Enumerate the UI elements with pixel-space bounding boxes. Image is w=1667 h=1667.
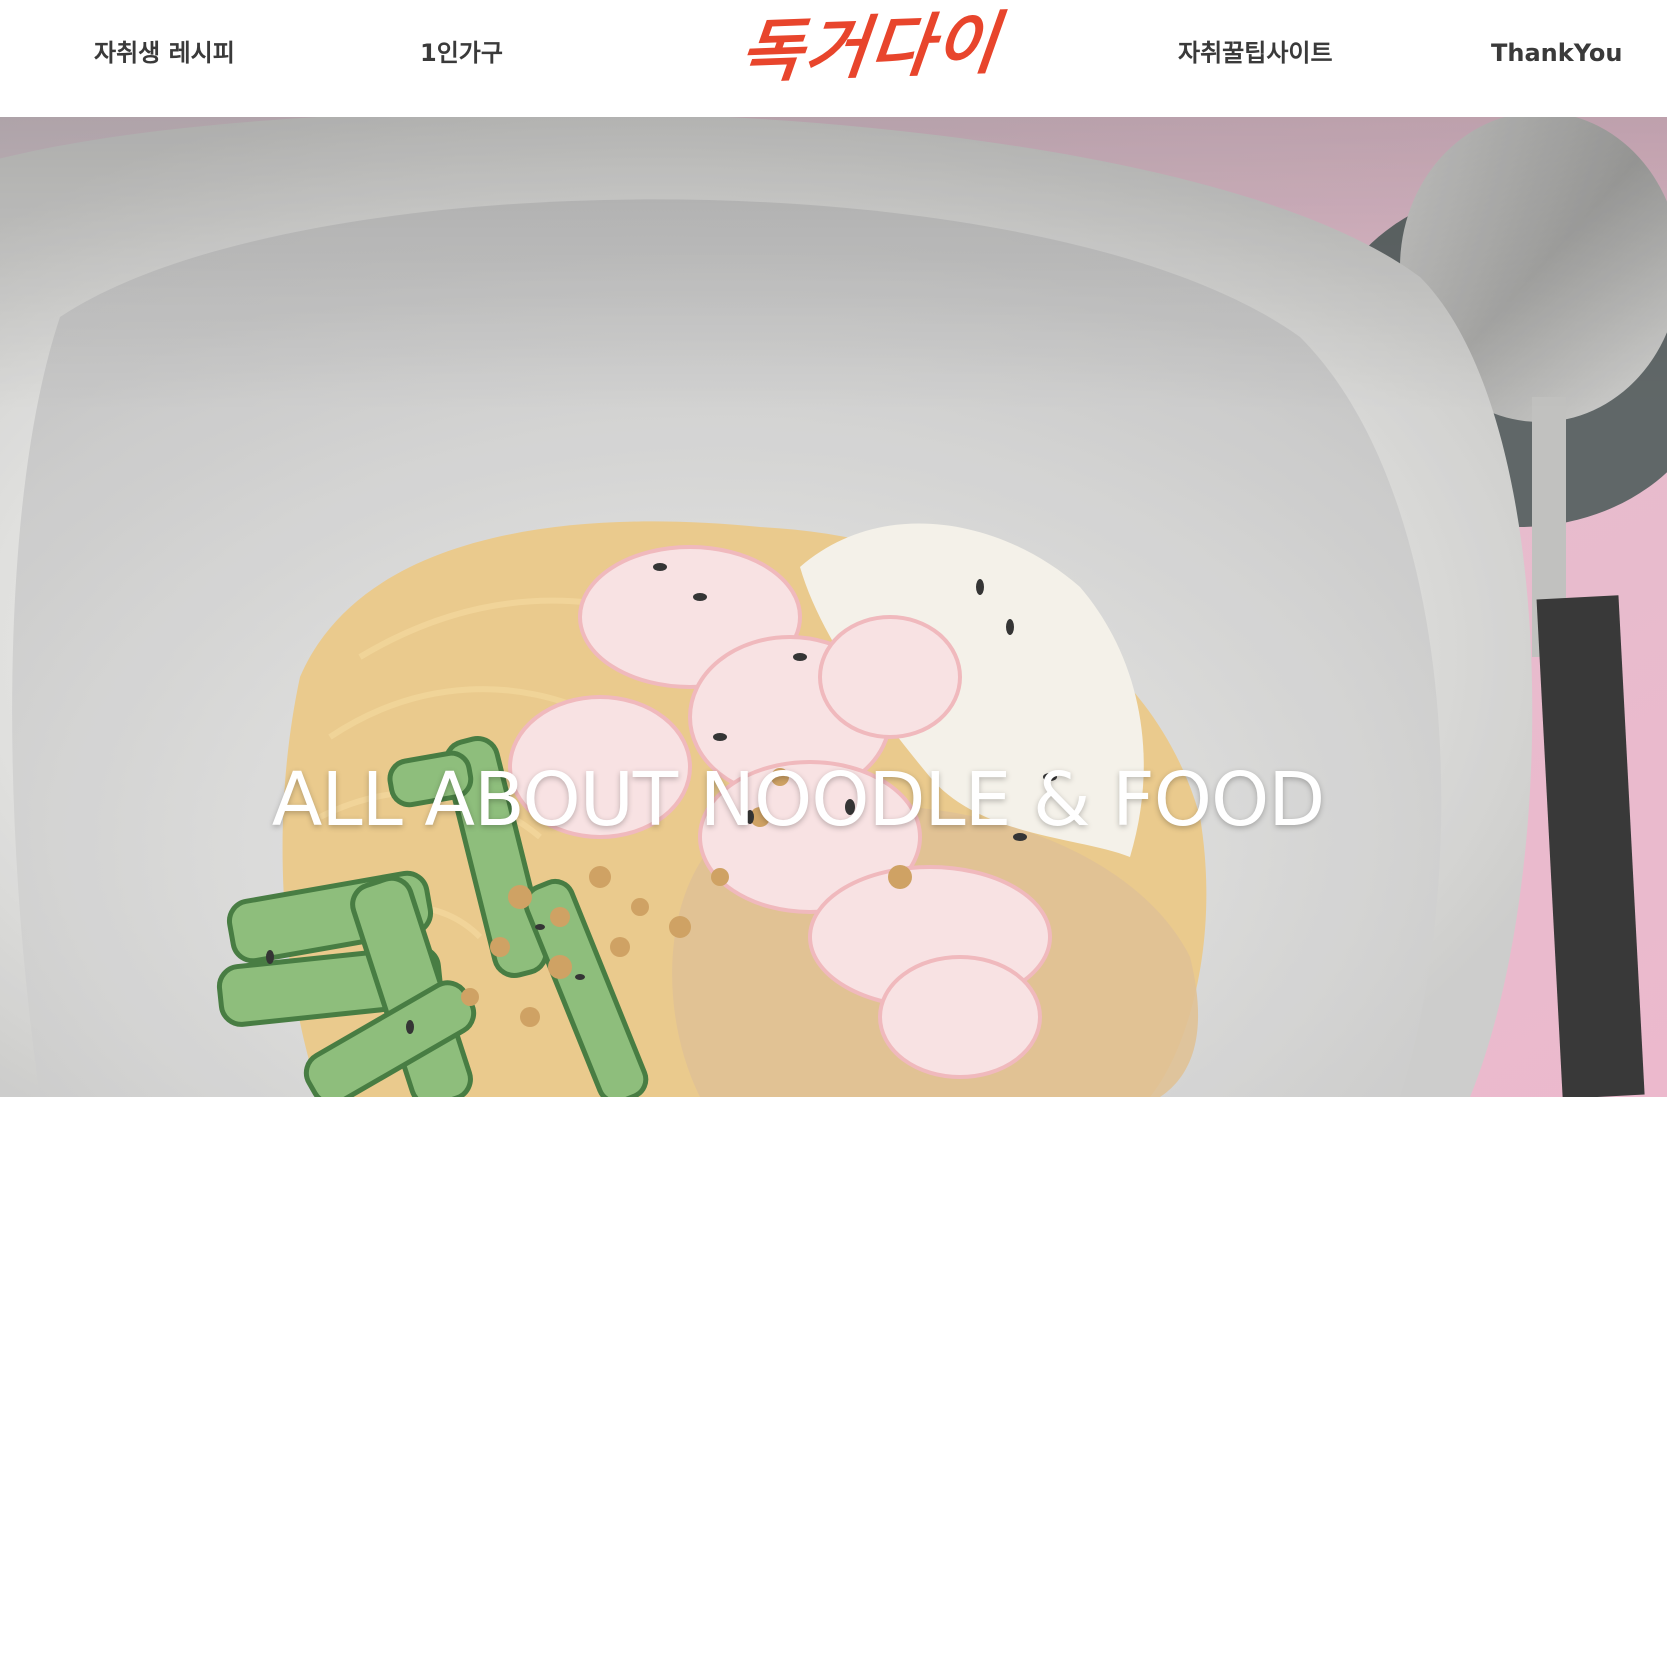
nav-link-single-household[interactable]: 1인가구 (420, 36, 503, 70)
nav-link-thankyou[interactable]: ThankYou (1491, 36, 1622, 70)
hero-banner: ALL ABOUT NOODLE & FOOD (0, 117, 1667, 1097)
logo-text: 독거다이 (736, 3, 1004, 93)
page: 자취생 레시피 1인가구 독거다이 자취꿀팁사이트 ThankYou ALL A… (0, 0, 1667, 1667)
hero-food-photo (0, 117, 1667, 1097)
nav-link-recipes[interactable]: 자취생 레시피 (94, 36, 235, 70)
site-logo[interactable]: 독거다이 (690, 2, 1050, 94)
hero-title: ALL ABOUT NOODLE & FOOD (271, 757, 1325, 843)
nav-link-living-tips[interactable]: 자취꿀팁사이트 (1178, 36, 1333, 70)
site-header: 자취생 레시피 1인가구 독거다이 자취꿀팁사이트 ThankYou (0, 0, 1667, 117)
